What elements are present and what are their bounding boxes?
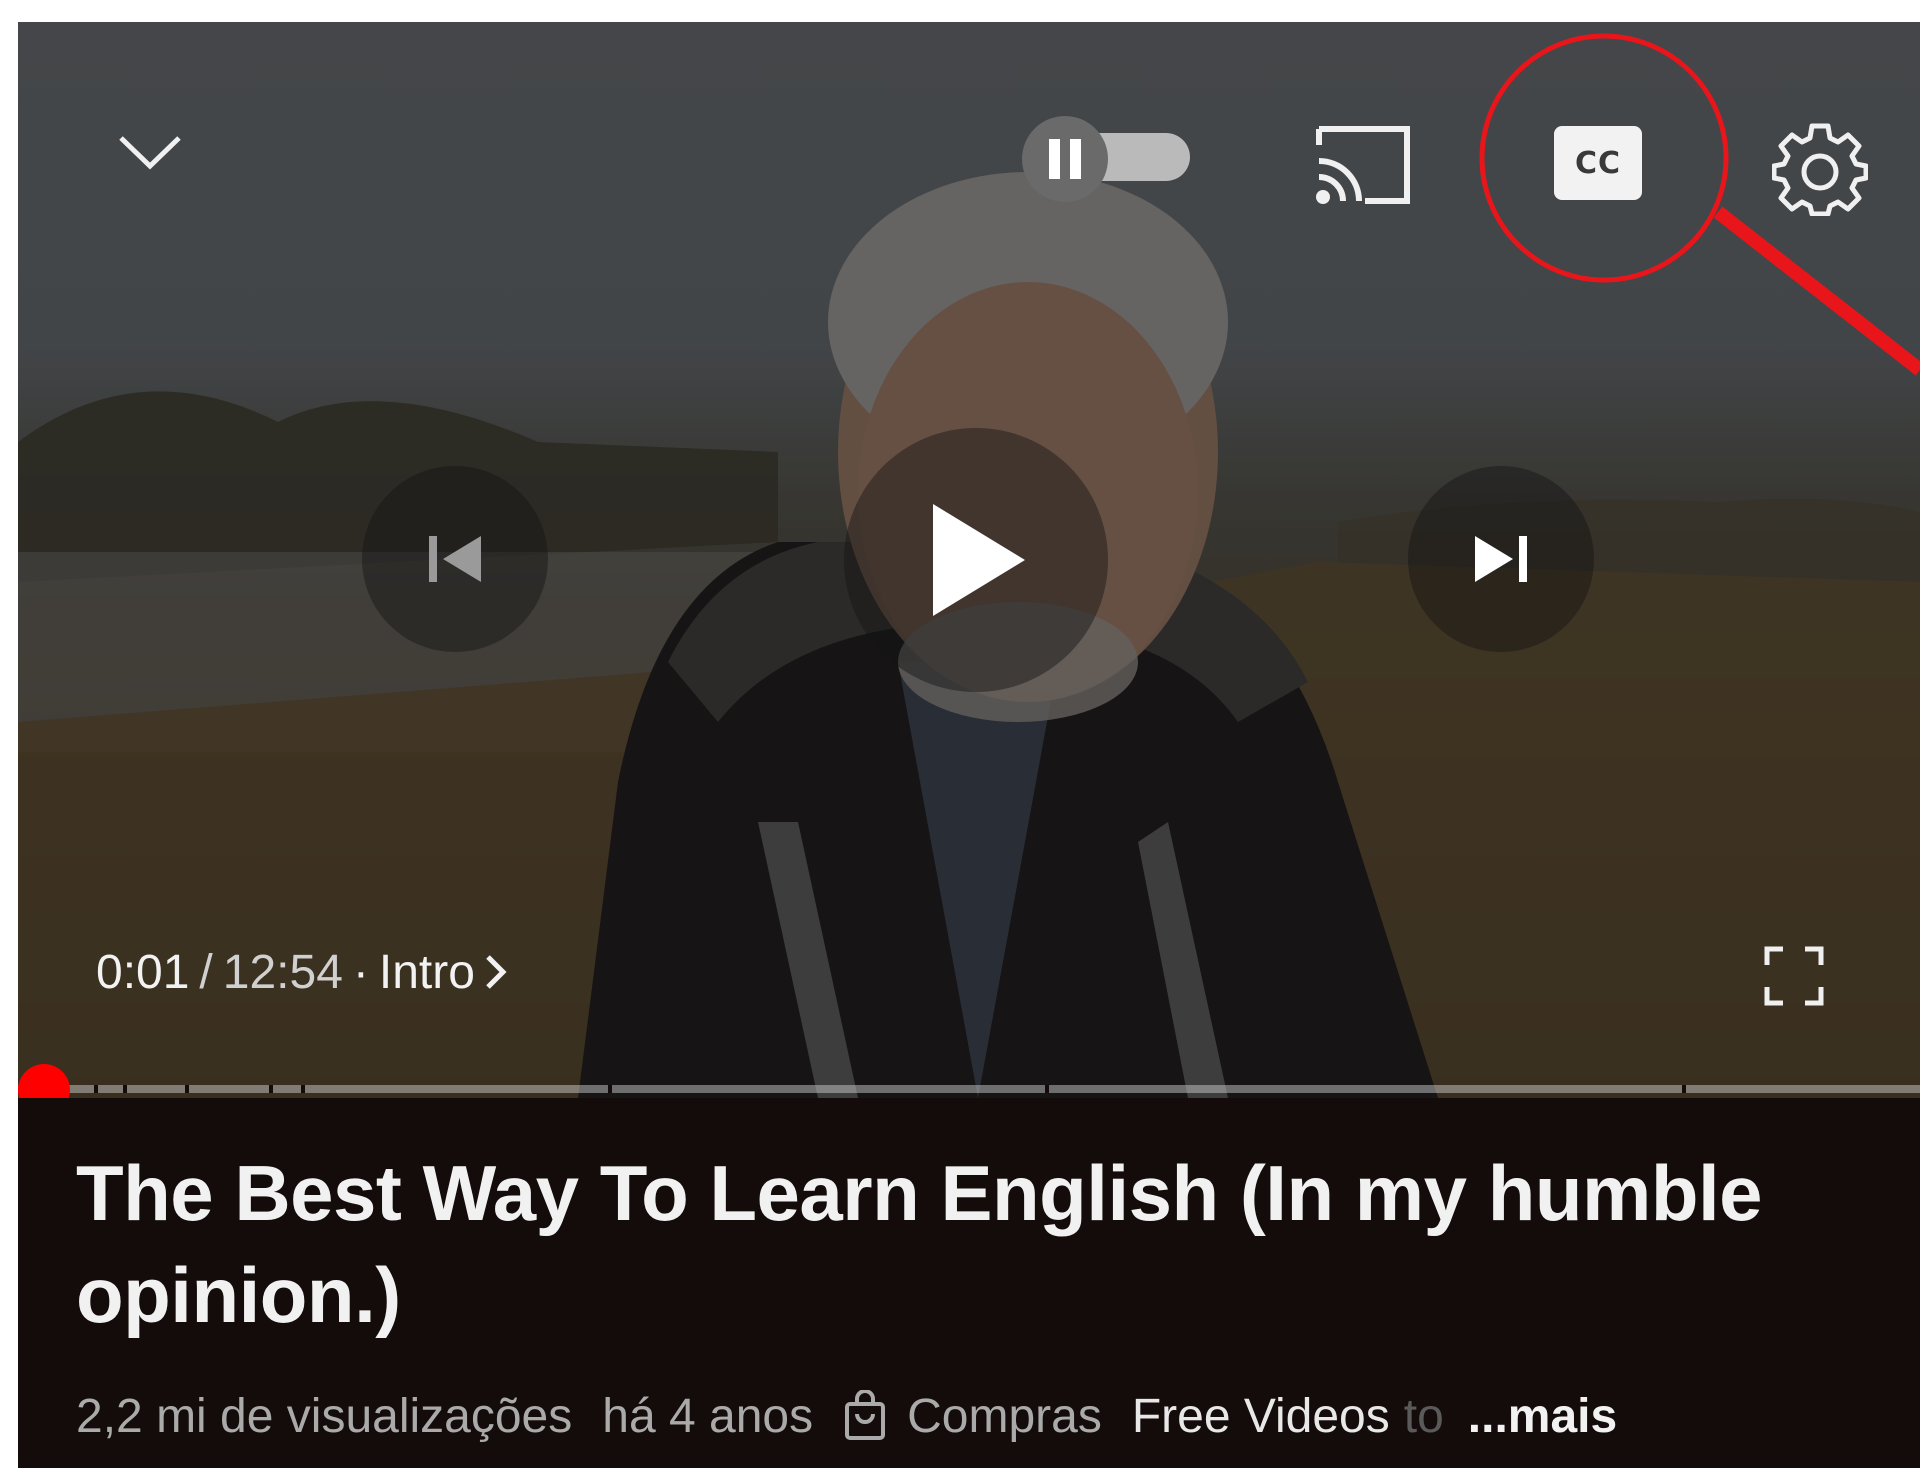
featured-text: Free Videos	[1131, 1389, 1390, 1443]
chapter-marker	[1682, 1085, 1687, 1093]
cc-icon[interactable]: CC	[1554, 126, 1642, 200]
chapter-marker	[607, 1085, 612, 1093]
cast-icon[interactable]	[1308, 122, 1418, 208]
video-player[interactable]: CC 0:01 / 12:54 · Intro	[18, 22, 1920, 1098]
video-title: The Best Way To Learn English (In my hum…	[76, 1149, 1763, 1339]
chapter-marker	[94, 1085, 99, 1093]
chapter-marker	[269, 1085, 274, 1093]
skip-previous-icon[interactable]	[362, 466, 548, 652]
youtube-player-screen: CC 0:01 / 12:54 · Intro The Best Way To …	[18, 22, 1920, 1468]
fullscreen-icon[interactable]	[1758, 940, 1830, 1012]
view-count: 2,2 mi de visualizações	[76, 1389, 573, 1443]
upload-age: há 4 anos	[602, 1389, 814, 1443]
chapter-marker	[301, 1085, 306, 1093]
duration: 12:54	[222, 945, 343, 999]
pause-icon	[1022, 116, 1108, 202]
chapter-dot: ·	[352, 945, 369, 999]
shopping-bag-icon	[843, 1390, 887, 1442]
chevron-down-icon[interactable]	[110, 122, 190, 182]
chevron-right-icon[interactable]	[485, 954, 507, 990]
time-display: 0:01 / 12:54 · Intro	[96, 942, 507, 1002]
featured-text-faded: to	[1403, 1389, 1444, 1443]
chapter-marker	[122, 1085, 127, 1093]
progress-bar[interactable]	[18, 1085, 1920, 1093]
cc-label: CC	[1574, 145, 1622, 181]
video-meta-row[interactable]: 2,2 mi de visualizações há 4 anos Compra…	[76, 1384, 1876, 1448]
current-time: 0:01	[96, 945, 190, 999]
time-separator: /	[199, 945, 213, 999]
skip-next-icon[interactable]	[1408, 466, 1594, 652]
chapter-marker	[1045, 1085, 1050, 1093]
chapter-title[interactable]: Intro	[379, 945, 475, 1000]
gear-icon[interactable]	[1770, 118, 1870, 218]
autoplay-toggle[interactable]	[1020, 112, 1198, 202]
more-link[interactable]: ...mais	[1468, 1389, 1617, 1444]
shopping-label[interactable]: Compras	[907, 1389, 1102, 1444]
play-icon[interactable]	[844, 428, 1108, 692]
chapter-marker	[185, 1085, 190, 1093]
